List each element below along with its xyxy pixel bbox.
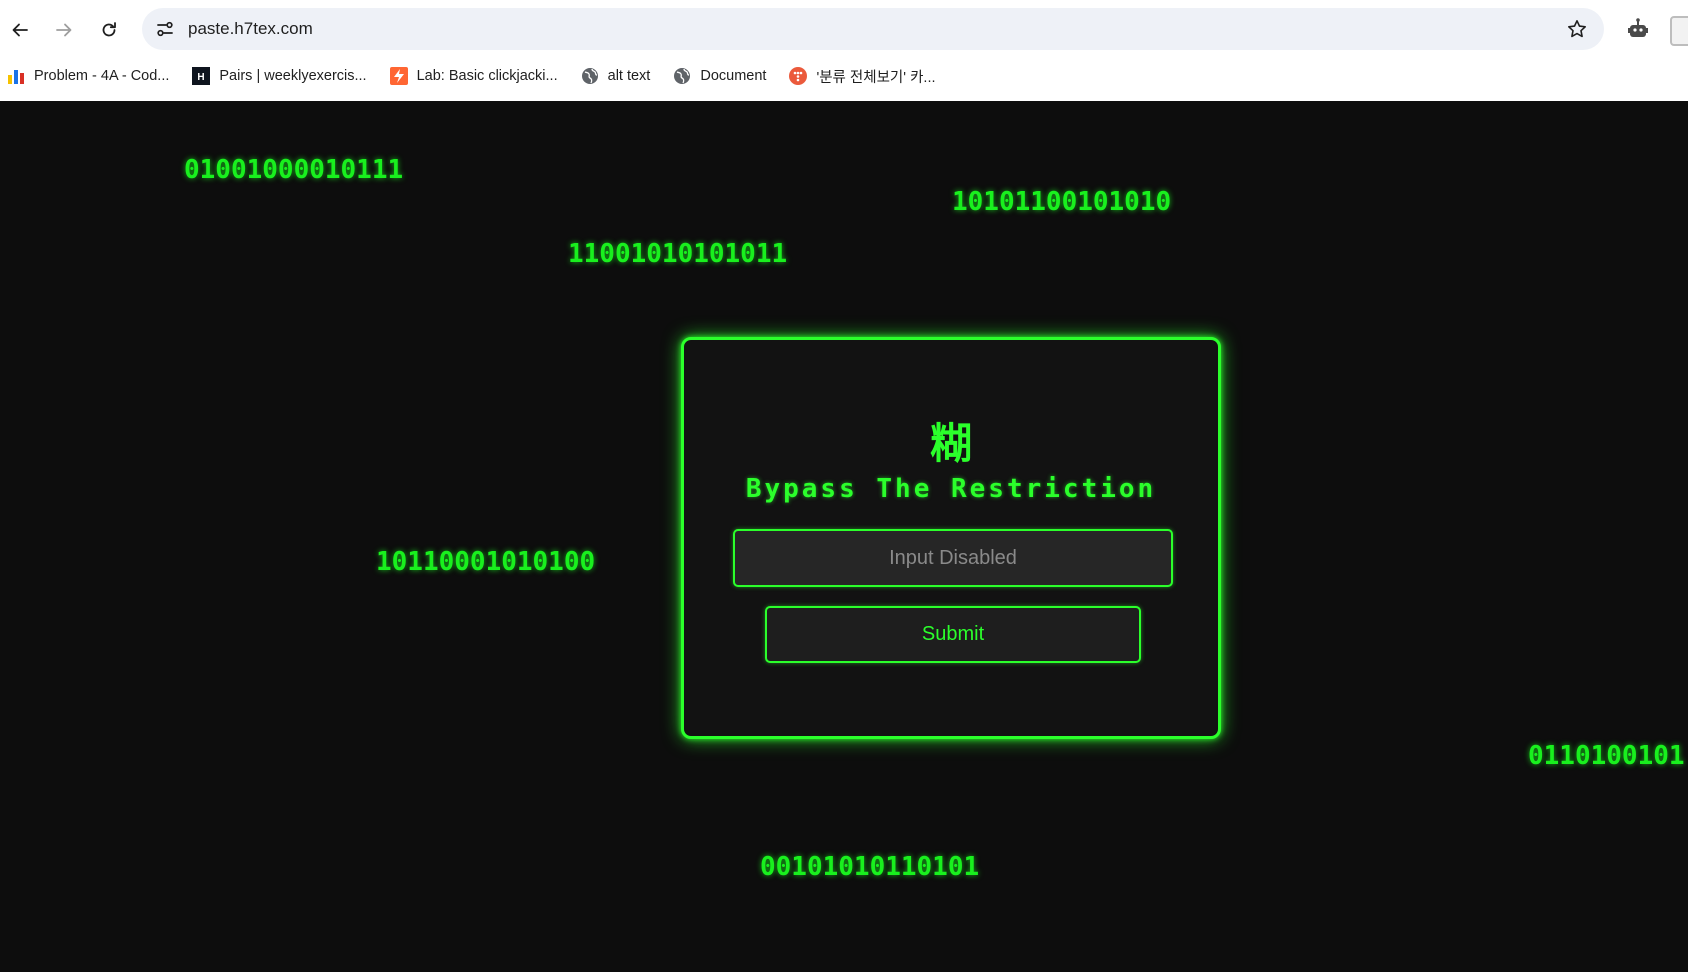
bookmark-label: '분류 전체보기' 카... xyxy=(816,69,936,86)
address-bar[interactable]: paste.h7tex.com xyxy=(142,8,1604,50)
restricted-input[interactable] xyxy=(733,529,1173,587)
globe-icon xyxy=(580,66,600,86)
bookmark-star-icon[interactable] xyxy=(1566,18,1588,40)
tune-icon xyxy=(157,21,173,37)
portswigger-icon xyxy=(389,66,409,86)
bookmark-item[interactable]: Document xyxy=(672,66,766,86)
site-info-button[interactable] xyxy=(154,18,176,40)
codeforces-icon xyxy=(6,66,26,86)
bookmark-label: alt text xyxy=(607,68,651,84)
bookmarks-bar: Problem - 4A - Cod... H Pairs | weeklyex… xyxy=(6,62,958,90)
binary-string: 11001010101011 xyxy=(568,239,788,269)
bookmark-label: Lab: Basic clickjacki... xyxy=(416,68,558,84)
bookmark-item[interactable]: '분류 전체보기' 카... xyxy=(788,66,936,87)
binary-string: 10101100101010 xyxy=(952,187,1172,217)
svg-text:H: H xyxy=(198,72,205,83)
hackerrank-icon: H xyxy=(191,66,211,86)
bookmark-item[interactable]: Lab: Basic clickjacki... xyxy=(389,66,558,86)
globe-icon xyxy=(672,66,692,86)
forward-button[interactable] xyxy=(48,14,80,46)
bookmark-label: Document xyxy=(700,68,767,84)
challenge-card: 糊 Bypass The Restriction Submit xyxy=(681,337,1221,739)
bookmark-label: Problem - 4A - Cod... xyxy=(34,68,170,84)
reload-icon xyxy=(102,22,116,37)
bookmark-item[interactable]: alt text xyxy=(580,66,651,86)
binary-string: 00101010110101 xyxy=(760,852,980,882)
submit-button[interactable]: Submit xyxy=(765,606,1141,663)
page-content: 01001000010111 10101100101010 1100101010… xyxy=(0,101,1688,972)
card-title: Bypass The Restriction xyxy=(745,474,1157,504)
profile-avatar[interactable] xyxy=(1670,16,1688,46)
url-text[interactable]: paste.h7tex.com xyxy=(188,19,313,39)
tistory-icon xyxy=(788,66,808,86)
back-button[interactable] xyxy=(4,14,36,46)
arrow-left-icon xyxy=(12,23,28,37)
reload-button[interactable] xyxy=(93,14,125,46)
binary-string: 10110001010100 xyxy=(376,547,596,577)
bookmark-item[interactable]: Problem - 4A - Cod... xyxy=(6,66,169,86)
binary-string: 01001000010111 xyxy=(184,155,404,185)
bookmark-label: Pairs | weeklyexercis... xyxy=(219,68,367,84)
arrow-right-icon xyxy=(56,23,72,37)
browser-chrome: paste.h7tex.com Problem - 4A - Cod... H … xyxy=(0,0,1688,102)
bookmark-item[interactable]: H Pairs | weeklyexercis... xyxy=(191,66,367,86)
binary-string: 0110100101 xyxy=(1528,741,1685,771)
card-glyph: 糊 xyxy=(929,419,972,468)
extension-robot-icon[interactable] xyxy=(1626,17,1650,41)
